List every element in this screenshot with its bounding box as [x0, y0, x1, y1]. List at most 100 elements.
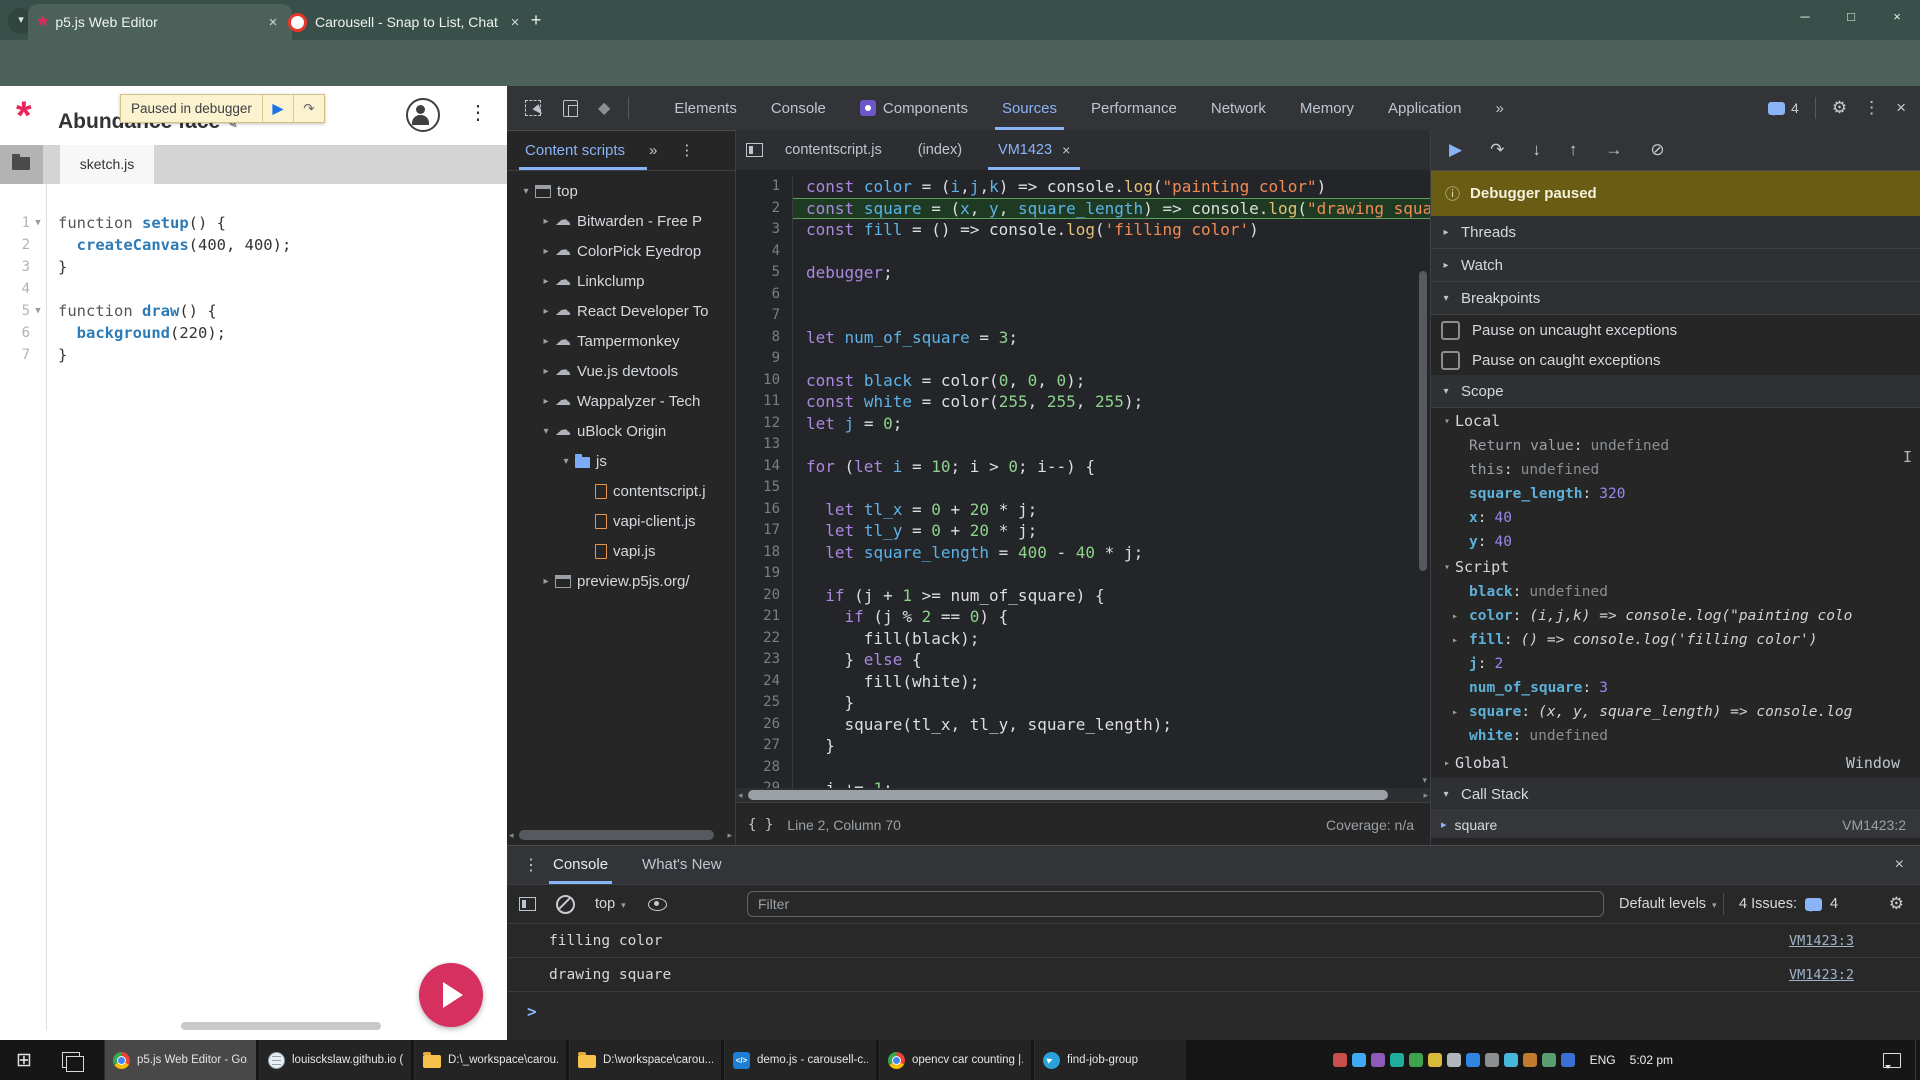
line-number[interactable]: 26: [736, 714, 793, 736]
step-over-icon[interactable]: ↷: [293, 95, 324, 122]
browser-tab-active[interactable]: * p5.js Web Editor ×: [28, 4, 292, 40]
line-number[interactable]: 18: [736, 542, 793, 564]
tree-item[interactable]: ▾☁uBlock Origin: [507, 416, 735, 446]
devtools-tab-performance[interactable]: Performance: [1074, 86, 1194, 130]
sidebar-toggle[interactable]: [0, 145, 43, 184]
step-out-icon[interactable]: ↑: [1569, 140, 1578, 160]
taskbar-app[interactable]: p5.js Web Editor - Go...: [104, 1040, 256, 1080]
scope-row[interactable]: white:undefined: [1431, 724, 1920, 748]
window-maximize-button[interactable]: □: [1828, 0, 1874, 36]
tree-item[interactable]: ▸☁Bitwarden - Free P: [507, 206, 735, 236]
line-number[interactable]: 2: [0, 234, 30, 256]
line-number[interactable]: 5: [0, 300, 30, 322]
line-number[interactable]: 15: [736, 477, 793, 499]
breakpoint-option[interactable]: Pause on uncaught exceptions: [1431, 315, 1920, 345]
show-desktop-button[interactable]: [1915, 1040, 1920, 1080]
scope-row[interactable]: j:2: [1431, 652, 1920, 676]
hide-navigator-icon[interactable]: [746, 143, 763, 157]
p5-menu-icon[interactable]: ⋮: [468, 100, 488, 125]
drawer-close-icon[interactable]: ×: [1895, 856, 1904, 874]
line-number[interactable]: 8: [736, 327, 793, 349]
p5-code-editor[interactable]: 1▼function setup() {2 createCanvas(400, …: [0, 212, 507, 366]
line-number[interactable]: 14: [736, 456, 793, 478]
editor-tab-contentscriptjs[interactable]: contentscript.js: [771, 130, 896, 170]
line-number[interactable]: 21: [736, 606, 793, 628]
section-watch[interactable]: ▸Watch: [1431, 249, 1920, 282]
fold-arrow[interactable]: ▼: [30, 212, 46, 234]
file-tab-sketch[interactable]: sketch.js: [60, 145, 154, 184]
drawer-tab-whats-new[interactable]: What's New: [642, 846, 722, 884]
step-into-icon[interactable]: ↓: [1532, 140, 1541, 160]
scope-row[interactable]: Return value:undefined: [1431, 434, 1920, 458]
devtools-tab-network[interactable]: Network: [1194, 86, 1283, 130]
console-prompt[interactable]: >: [527, 1002, 1920, 1021]
resume-icon[interactable]: ▶: [1449, 140, 1462, 160]
tree-item[interactable]: ▸☁Linkclump: [507, 266, 735, 296]
extension-cube-icon[interactable]: ◆: [598, 98, 610, 118]
deactivate-breakpoints-icon[interactable]: ⊘: [1650, 140, 1664, 160]
tray-icon[interactable]: [1409, 1053, 1423, 1067]
line-number[interactable]: 17: [736, 520, 793, 542]
section-breakpoints[interactable]: ▾Breakpoints: [1431, 282, 1920, 315]
tree-item[interactable]: vapi.js: [507, 536, 735, 566]
tray-icon[interactable]: [1390, 1053, 1404, 1067]
run-sketch-button[interactable]: [419, 963, 483, 1027]
line-number[interactable]: 12: [736, 413, 793, 435]
line-number[interactable]: 1: [736, 176, 793, 198]
devtools-tab-console[interactable]: Console: [754, 86, 843, 130]
tree-item[interactable]: ▸☁Tampermonkey: [507, 326, 735, 356]
line-number[interactable]: 13: [736, 434, 793, 456]
devtools-tab-sources[interactable]: Sources: [985, 86, 1074, 130]
line-number[interactable]: 6: [0, 322, 30, 344]
task-view-icon[interactable]: [62, 1052, 80, 1068]
tray-icon[interactable]: [1333, 1053, 1347, 1067]
editor-tab-index[interactable]: (index): [904, 130, 976, 170]
drawer-tab-console[interactable]: Console: [553, 846, 608, 884]
taskbar-clock[interactable]: 5:02 pm: [1630, 1053, 1673, 1067]
tree-item[interactable]: vapi-client.js: [507, 506, 735, 536]
navigator-hscrollbar[interactable]: ◂ ▸: [507, 828, 734, 842]
section-scope[interactable]: ▾Scope: [1431, 375, 1920, 408]
settings-gear-icon[interactable]: ⚙: [1832, 98, 1847, 118]
tree-item[interactable]: ▸☁Wappalyzer - Tech: [507, 386, 735, 416]
scope-row[interactable]: y:40: [1431, 530, 1920, 554]
checkbox[interactable]: [1441, 321, 1460, 340]
device-toolbar-icon[interactable]: [563, 100, 578, 117]
source-code-view[interactable]: 1const color = (i,j,k) => console.log("p…: [736, 170, 1430, 788]
inspect-element-icon[interactable]: [525, 100, 541, 116]
line-number[interactable]: 29: [736, 778, 793, 788]
step-over-icon[interactable]: ↷: [1490, 140, 1504, 160]
tray-icon[interactable]: [1466, 1053, 1480, 1067]
tray-icon[interactable]: [1504, 1053, 1518, 1067]
tray-icon[interactable]: [1352, 1053, 1366, 1067]
frame-location[interactable]: VM1423:2: [1842, 817, 1906, 833]
fold-arrow[interactable]: ▼: [30, 300, 46, 322]
line-number[interactable]: 28: [736, 757, 793, 779]
tab-close-icon[interactable]: ×: [1062, 142, 1070, 158]
section-call-stack[interactable]: ▾Call Stack: [1431, 778, 1920, 811]
line-number[interactable]: 2: [736, 198, 793, 220]
line-number[interactable]: 10: [736, 370, 793, 392]
devtools-tab-elements[interactable]: Elements: [657, 86, 754, 130]
more-panels-icon[interactable]: »: [1478, 86, 1520, 130]
source-link[interactable]: VM1423:2: [1789, 967, 1854, 983]
scope-global-row[interactable]: ▸ Global Window: [1431, 748, 1920, 778]
step-icon[interactable]: →: [1605, 140, 1622, 160]
console-resize-handle[interactable]: [181, 1022, 381, 1030]
scope-row[interactable]: ▸square:(x, y, square_length) => console…: [1431, 700, 1920, 724]
language-indicator[interactable]: ENG: [1590, 1053, 1616, 1067]
line-number[interactable]: 3: [0, 256, 30, 278]
scroll-down-arrow[interactable]: ▾: [1422, 775, 1427, 786]
line-number[interactable]: 24: [736, 671, 793, 693]
devtools-menu-icon[interactable]: ⋮: [1863, 98, 1880, 118]
scope-row[interactable]: x:40: [1431, 506, 1920, 530]
window-close-button[interactable]: ×: [1874, 0, 1920, 36]
line-number[interactable]: 11: [736, 391, 793, 413]
console-filter-input[interactable]: Filter: [747, 891, 1604, 917]
line-number[interactable]: 16: [736, 499, 793, 521]
drawer-menu-icon[interactable]: ⋮: [523, 855, 539, 875]
taskbar-app[interactable]: louisckslaw.github.io (...: [259, 1040, 411, 1080]
tree-item[interactable]: ▸☁React Developer To: [507, 296, 735, 326]
line-number[interactable]: 1: [0, 212, 30, 234]
line-number[interactable]: 25: [736, 692, 793, 714]
